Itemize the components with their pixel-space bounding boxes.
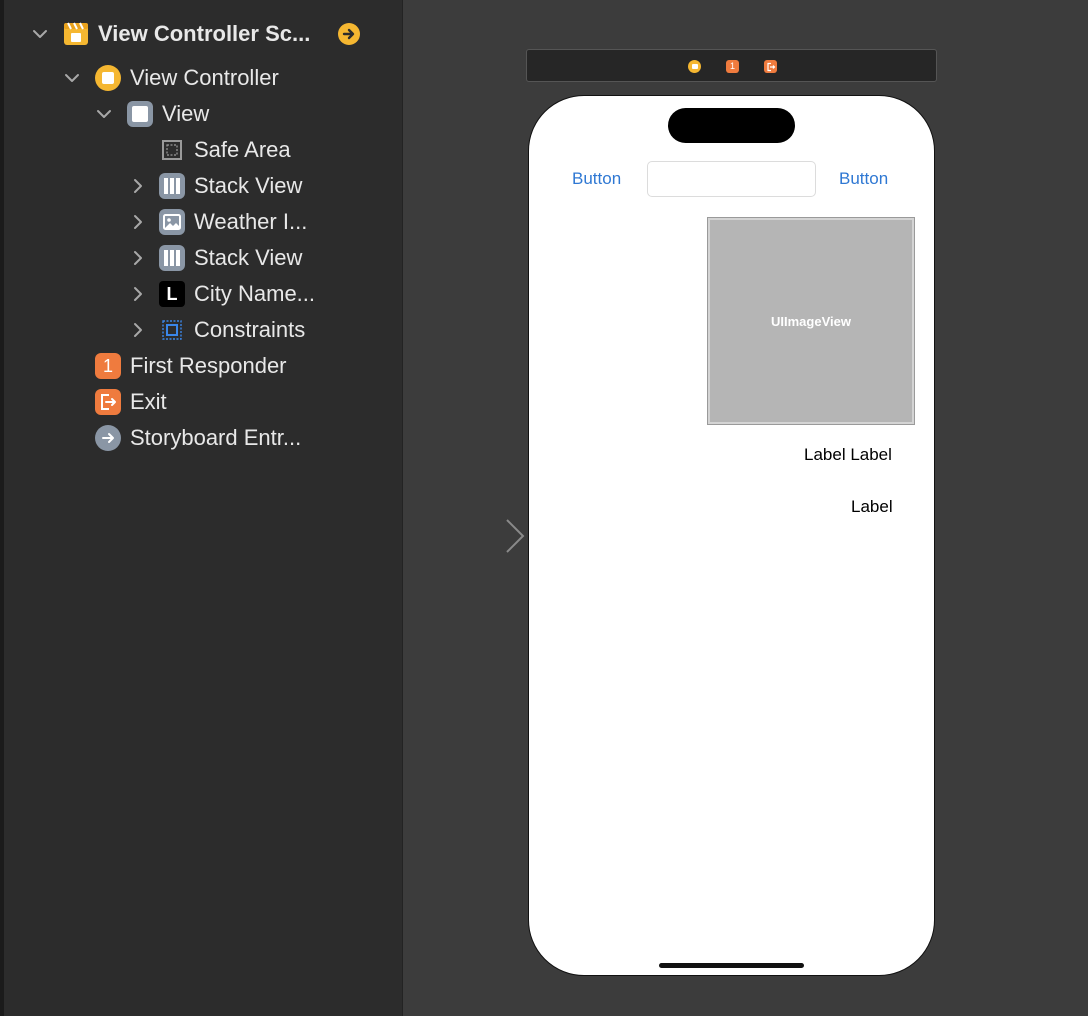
outline-item-label: Weather I... (194, 209, 308, 234)
label-icon: L (159, 281, 185, 307)
outline-item-weather-image[interactable]: Weather I... (4, 206, 402, 238)
city-text-field[interactable] (647, 161, 816, 197)
home-indicator (659, 963, 804, 968)
left-button[interactable]: Button (572, 168, 621, 190)
scene-icon (63, 21, 89, 47)
label-1[interactable]: Label Label (804, 444, 892, 466)
outline-item-storyboard-entry[interactable]: Storyboard Entr... (4, 422, 402, 454)
outline-item-label: Stack View (194, 173, 303, 198)
image-view-placeholder: UIImageView (771, 313, 851, 329)
chevron-down-icon[interactable] (96, 106, 112, 122)
chevron-right-icon[interactable] (130, 214, 146, 230)
outline-item-label: View Controller (130, 65, 279, 90)
label-2[interactable]: Label (851, 496, 893, 518)
outline-item-constraints[interactable]: Constraints (4, 314, 402, 346)
outline-item-label: Stack View (194, 245, 303, 270)
stack-view-icon (159, 173, 185, 199)
outline-item-stack-view[interactable]: Stack View (4, 242, 402, 274)
outline-item-label: Safe Area (194, 137, 291, 162)
exit-icon (95, 389, 121, 415)
weather-image-view[interactable]: UIImageView (707, 217, 915, 425)
outline-item-city-name[interactable]: L City Name... (4, 278, 402, 310)
first-responder-icon: 1 (95, 353, 121, 379)
iphone-scene[interactable]: Button Button UIImageView Label Label La… (528, 95, 935, 976)
outline-item-label: Exit (130, 389, 167, 414)
safe-area-icon (159, 137, 185, 163)
storyboard-entry-icon (95, 425, 121, 451)
outline-item-safe-area[interactable]: Safe Area (4, 134, 402, 166)
outline-item-label: Constraints (194, 317, 306, 342)
entry-point-arrow-icon[interactable] (421, 515, 527, 557)
first-responder-icon[interactable]: 1 (726, 60, 739, 73)
dynamic-island (668, 108, 795, 143)
chevron-down-icon[interactable] (64, 70, 80, 86)
constraints-icon (159, 317, 185, 343)
outline-item-exit[interactable]: Exit (4, 386, 402, 418)
chevron-right-icon[interactable] (130, 322, 146, 338)
scene-title: View Controller Sc... (98, 21, 311, 46)
outline-item-view-controller[interactable]: View Controller (4, 62, 402, 94)
outline-item-label: First Responder (130, 353, 287, 378)
image-view-icon (159, 209, 185, 235)
chevron-down-icon[interactable] (32, 26, 48, 42)
chevron-right-icon[interactable] (130, 178, 146, 194)
outline-item-label: City Name... (194, 281, 316, 306)
outline-item-stack-view[interactable]: Stack View (4, 170, 402, 202)
chevron-right-icon[interactable] (130, 286, 146, 302)
go-to-icon[interactable] (338, 23, 360, 45)
exit-icon[interactable] (764, 60, 777, 73)
right-button[interactable]: Button (839, 168, 888, 190)
storyboard-canvas[interactable]: 1 Button Button UIImageView Label Label … (403, 0, 1088, 1016)
scene-dock[interactable]: 1 (526, 49, 937, 82)
outline-item-view[interactable]: View (4, 98, 402, 130)
outline-item-label: Storyboard Entr... (130, 425, 302, 450)
outline-item-scene[interactable]: View Controller Sc... (4, 18, 402, 50)
view-icon (127, 101, 153, 127)
outline-item-label: View (162, 101, 210, 126)
stack-view-icon (159, 245, 185, 271)
outline-item-first-responder[interactable]: 1 First Responder (4, 350, 402, 382)
view-controller-icon (95, 65, 121, 91)
chevron-right-icon[interactable] (130, 250, 146, 266)
view-controller-icon[interactable] (688, 60, 701, 73)
document-outline: View Controller Sc... View Controller Vi… (4, 0, 403, 1016)
